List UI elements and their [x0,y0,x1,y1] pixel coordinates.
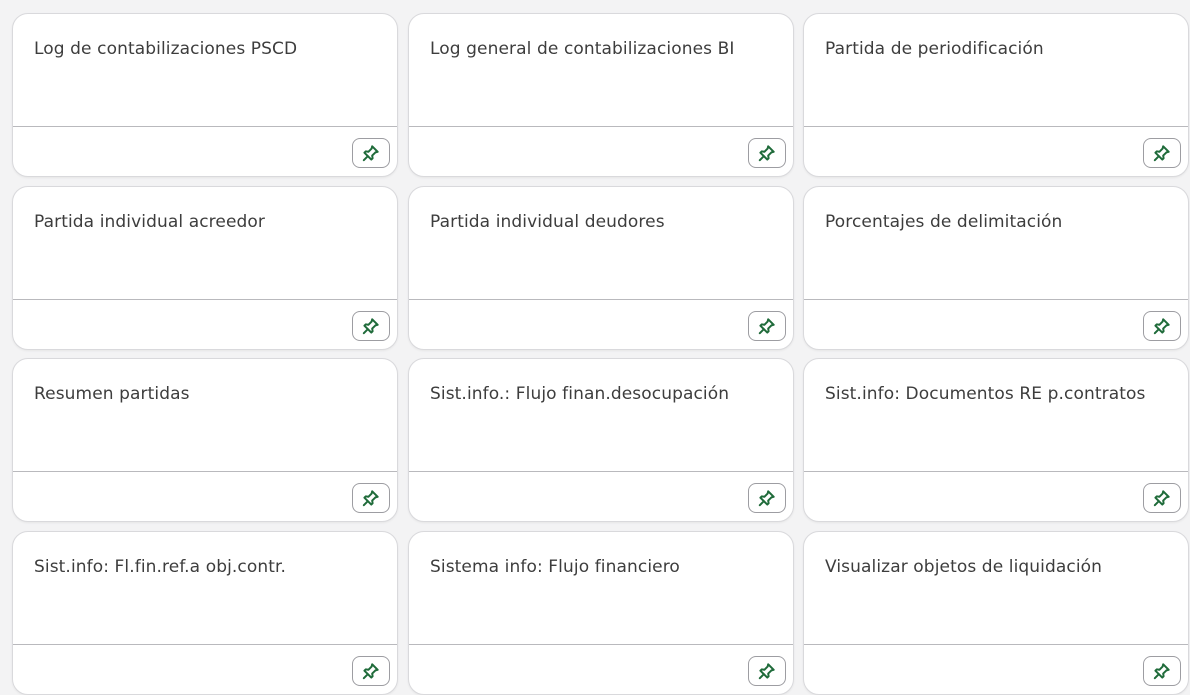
app-tile[interactable]: Partida de periodificación [803,13,1189,177]
app-tile[interactable]: Partida individual deudores [408,186,794,350]
app-tile[interactable]: Sistema info: Flujo financiero [408,531,794,695]
pin-icon [758,490,775,507]
app-tile[interactable]: Resumen partidas [12,358,398,522]
pin-button[interactable] [1143,483,1181,513]
tile-title: Sistema info: Flujo financiero [430,557,680,577]
pin-icon [1153,145,1170,162]
app-tile[interactable]: Sist.info: Fl.fin.ref.a obj.contr. [12,531,398,695]
tile-title: Partida individual deudores [430,212,665,232]
pin-icon [758,145,775,162]
tile-divider [804,299,1188,300]
tile-title: Porcentajes de delimitación [825,212,1063,232]
tile-title: Sist.info: Documentos RE p.contratos [825,384,1146,404]
pin-icon [758,318,775,335]
pin-icon [1153,318,1170,335]
pin-button[interactable] [1143,138,1181,168]
tile-divider [13,644,397,645]
pin-button[interactable] [748,311,786,341]
pin-button[interactable] [1143,311,1181,341]
tile-divider [409,644,793,645]
app-tile-grid: Log de contabilizaciones PSCD Log genera… [0,0,1190,695]
app-tile[interactable]: Porcentajes de delimitación [803,186,1189,350]
pin-icon [758,663,775,680]
pin-button[interactable] [1143,656,1181,686]
tile-divider [13,471,397,472]
pin-button[interactable] [748,138,786,168]
pin-icon [362,318,379,335]
app-tile[interactable]: Log general de contabilizaciones BI [408,13,794,177]
pin-button[interactable] [352,656,390,686]
tile-title: Partida de periodificación [825,39,1044,59]
app-tile[interactable]: Log de contabilizaciones PSCD [12,13,398,177]
pin-icon [1153,663,1170,680]
tile-title: Visualizar objetos de liquidación [825,557,1103,577]
pin-button[interactable] [748,483,786,513]
tile-divider [409,126,793,127]
pin-button[interactable] [352,483,390,513]
tile-divider [409,471,793,472]
pin-icon [1153,490,1170,507]
tile-divider [804,644,1188,645]
tile-divider [409,299,793,300]
tile-divider [804,126,1188,127]
pin-icon [362,663,379,680]
tile-title: Resumen partidas [34,384,190,404]
app-tile[interactable]: Sist.info: Documentos RE p.contratos [803,358,1189,522]
pin-button[interactable] [352,311,390,341]
tile-divider [13,126,397,127]
pin-icon [362,490,379,507]
tile-title: Log general de contabilizaciones BI [430,39,735,59]
tile-title: Log de contabilizaciones PSCD [34,39,298,59]
pin-button[interactable] [748,656,786,686]
tile-divider [13,299,397,300]
tile-title: Sist.info.: Flujo finan.desocupación [430,384,730,404]
pin-button[interactable] [352,138,390,168]
app-tile[interactable]: Visualizar objetos de liquidación [803,531,1189,695]
tile-divider [804,471,1188,472]
app-tile[interactable]: Sist.info.: Flujo finan.desocupación [408,358,794,522]
app-tile[interactable]: Partida individual acreedor [12,186,398,350]
tile-title: Partida individual acreedor [34,212,265,232]
tile-title: Sist.info: Fl.fin.ref.a obj.contr. [34,557,287,577]
pin-icon [362,145,379,162]
